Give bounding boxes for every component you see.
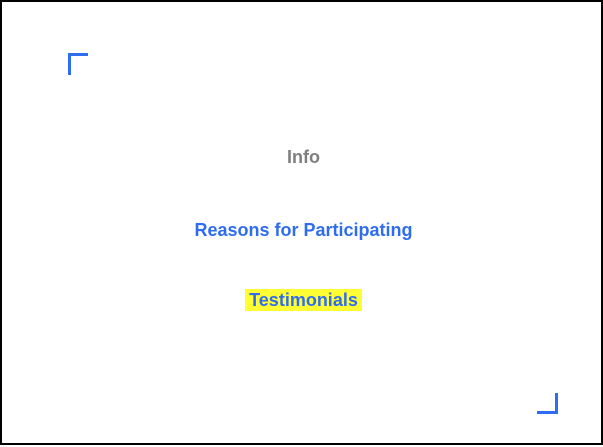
- menu-item-testimonials[interactable]: Testimonials: [2, 288, 603, 312]
- menu-item-reasons-for-participating[interactable]: Reasons for Participating: [2, 218, 603, 242]
- menu-item-testimonials-label[interactable]: Testimonials: [245, 289, 362, 311]
- slide-frame: Info Reasons for Participating Testimoni…: [0, 0, 603, 445]
- menu: Info Reasons for Participating Testimoni…: [2, 2, 603, 447]
- menu-item-info: Info: [287, 147, 320, 167]
